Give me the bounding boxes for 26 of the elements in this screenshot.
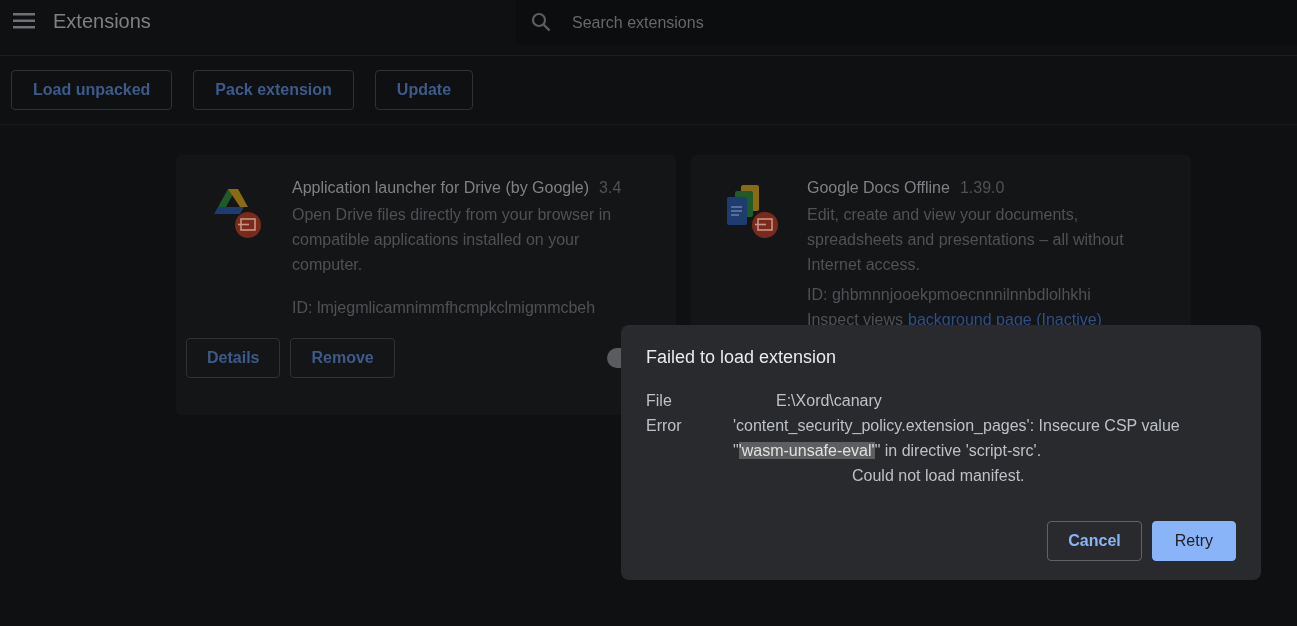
page-title: Extensions	[53, 9, 151, 33]
error-label: Error	[646, 416, 683, 436]
retry-button[interactable]: Retry	[1151, 521, 1236, 561]
extension-name: Google Docs Offline	[807, 179, 950, 197]
extension-version: 3.4	[599, 179, 622, 197]
extension-id: ID: lmjegmlicamnimmfhcmpkclmigmmcbeh	[292, 298, 597, 318]
card-button[interactable]: Details	[186, 338, 281, 378]
extension-description: Open Drive files directly from your browser in compatible applications installed on your computer.	[292, 205, 613, 275]
error-message: 'content_security_policy.extension_pages': Insecure CSP value	[733, 416, 1180, 436]
toolbar-button[interactable]: Update	[374, 70, 474, 110]
menu-icon[interactable]	[13, 13, 35, 29]
toolbar-button[interactable]: Pack extension	[193, 70, 354, 110]
inspect-views-label: Inspect views	[807, 310, 904, 330]
extension-name: Application launcher for Drive (by Google)	[292, 179, 590, 197]
file-label: File	[646, 391, 673, 411]
extension-id: ID: ghbmnnjooekpmoecnnnilnnbdlolhkhi	[807, 285, 1092, 305]
file-path: E:\Xord\canary	[776, 391, 882, 411]
extension-version: 1.39.0	[959, 179, 1005, 197]
search-field[interactable]: Search extensions	[516, 0, 1297, 45]
error-message: Could not load manifest.	[851, 466, 1025, 486]
extension-description: Edit, create and view your documents, spreadsheets and presentations – all without Internet access.	[807, 205, 1125, 275]
card-button[interactable]: Remove	[290, 338, 395, 378]
toolbar-button[interactable]: Load unpacked	[11, 70, 173, 110]
error-message: "'wasm-unsafe-eval'" in directive 'script-src'.	[733, 441, 1042, 461]
dialog-title: Failed to load extension	[646, 347, 838, 368]
cancel-button[interactable]: Cancel	[1047, 521, 1142, 561]
